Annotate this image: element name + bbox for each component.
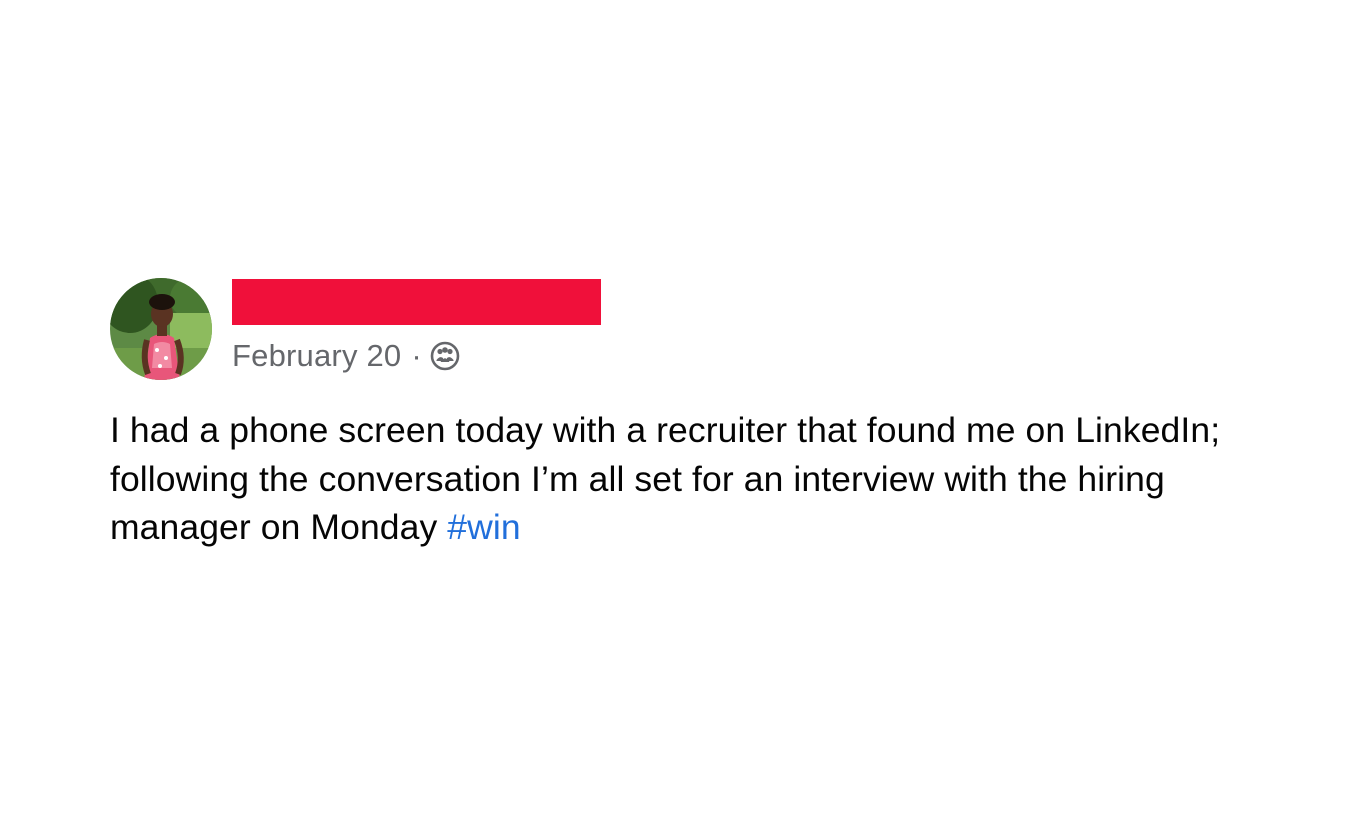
post-header: February 20 · [110,278,1270,382]
profile-photo-icon [110,278,212,380]
post-subline: February 20 · [232,338,601,374]
post-body: I had a phone screen today with a recrui… [110,406,1270,552]
author-avatar[interactable] [110,278,212,380]
post-card: February 20 · I had a phone screen today… [110,278,1270,552]
separator: · [411,338,422,373]
author-name-redacted[interactable] [232,279,601,325]
post-text: I had a phone screen today with a recrui… [110,410,1221,547]
hashtag-link[interactable]: #win [447,507,520,547]
friends-icon[interactable] [430,341,460,371]
post-meta: February 20 · [232,278,601,374]
post-timestamp[interactable]: February 20 [232,338,401,374]
